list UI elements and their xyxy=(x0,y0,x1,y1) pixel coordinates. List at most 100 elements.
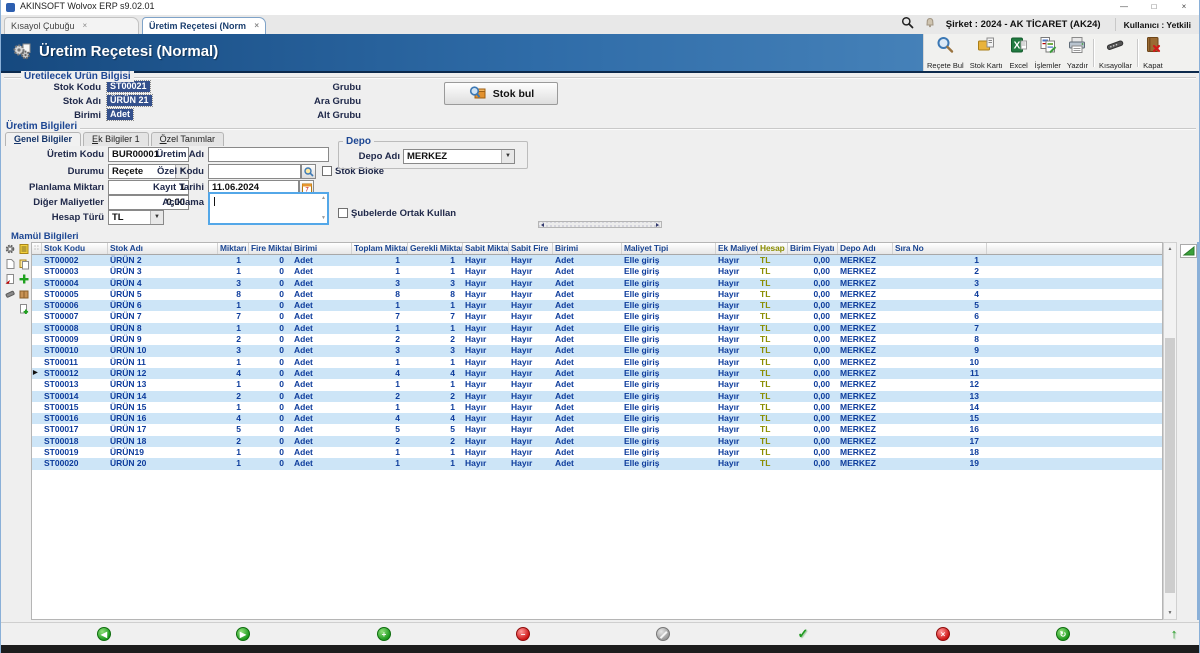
print-button[interactable]: Yazdır xyxy=(1064,34,1091,71)
grid-row[interactable]: ST00018 ÜRÜN 18 2 0 Adet 2 2 Hayır Hayır… xyxy=(32,436,1162,447)
grid-row[interactable]: ST00011 ÜRÜN 11 1 0 Adet 1 1 Hayır Hayır… xyxy=(32,357,1162,368)
scroll-up-icon[interactable]: ▲ xyxy=(321,196,326,201)
grid-row[interactable]: ST00002 ÜRÜN 2 1 0 Adet 1 1 Hayır Hayır … xyxy=(32,255,1162,266)
stok-kodu-value[interactable]: ST00021 xyxy=(107,81,150,92)
cell-fire-miktari: 0 xyxy=(249,300,292,311)
cell-miktari: 1 xyxy=(218,300,249,311)
col-header-sabit-miktar[interactable]: Sabit Miktar xyxy=(463,243,509,254)
tab-genel-bilgiler[interactable]: Genel Bilgiler xyxy=(5,132,81,146)
birimi-value[interactable]: Adet xyxy=(107,109,133,120)
tab-ek-bilgiler-1[interactable]: Ek Bilgiler 1 xyxy=(83,132,149,146)
col-header-birimi[interactable]: Birimi xyxy=(292,243,352,254)
close-page-button[interactable]: Kapat xyxy=(1140,34,1166,71)
shortcuts-button[interactable]: Kısayollar xyxy=(1096,34,1135,71)
uretim-adi-input[interactable] xyxy=(208,147,329,162)
tab-close-icon[interactable]: × xyxy=(83,22,88,30)
grid-row[interactable]: ST00005 ÜRÜN 5 8 0 Adet 8 8 Hayır Hayır … xyxy=(32,289,1162,300)
grid-row[interactable]: ST00004 ÜRÜN 4 3 0 Adet 3 3 Hayır Hayır … xyxy=(32,278,1162,289)
ozel-kodu-search-button[interactable] xyxy=(301,164,316,179)
col-header-depo-adi[interactable]: Depo Adı xyxy=(838,243,893,254)
tab-shortcut-bar[interactable]: Kısayol Çubuğu × xyxy=(4,17,139,34)
col-header-fire-miktari[interactable]: Fire Miktarı xyxy=(249,243,292,254)
splitter-handle[interactable] xyxy=(538,221,662,228)
grid-row[interactable]: ST00008 ÜRÜN 8 1 0 Adet 1 1 Hayır Hayır … xyxy=(32,323,1162,334)
ozel-kodu-input[interactable] xyxy=(208,164,301,179)
cell-stok-adi: ÜRÜN 16 xyxy=(108,413,218,424)
col-header-gerekli-miktar[interactable]: Gerekli Miktar xyxy=(408,243,463,254)
add-row-button[interactable]: + xyxy=(377,627,391,641)
grid-row[interactable]: ST00015 ÜRÜN 15 1 0 Adet 1 1 Hayır Hayır… xyxy=(32,402,1162,413)
col-header-hesap[interactable]: Hesap xyxy=(758,243,788,254)
grid-row[interactable]: ST00010 ÜRÜN 10 3 0 Adet 3 3 Hayır Hayır… xyxy=(32,345,1162,356)
col-header-stok-adi[interactable]: Stok Adı xyxy=(108,243,218,254)
grid-row[interactable]: ST00020 ÜRÜN 20 1 0 Adet 1 1 Hayır Hayır… xyxy=(32,458,1162,469)
col-header-sabit-fire[interactable]: Sabit Fire xyxy=(509,243,553,254)
add-page-icon[interactable] xyxy=(17,302,30,315)
col-header-maliyet-tipi[interactable]: Maliyet Tipi xyxy=(622,243,716,254)
grid-row[interactable]: ST00014 ÜRÜN 14 2 0 Adet 2 2 Hayır Hayır… xyxy=(32,391,1162,402)
refresh-button[interactable]: ↻ xyxy=(1056,627,1070,641)
stok-adi-value[interactable]: ÜRÜN 21 xyxy=(107,95,152,106)
grid-row[interactable]: ST00006 ÜRÜN 6 1 0 Adet 1 1 Hayır Hayır … xyxy=(32,300,1162,311)
search-icon[interactable] xyxy=(901,16,914,34)
grid-row[interactable]: ST00009 ÜRÜN 9 2 0 Adet 2 2 Hayır Hayır … xyxy=(32,334,1162,345)
package-icon[interactable] xyxy=(17,287,30,300)
scroll-up-icon[interactable]: ▲ xyxy=(1164,243,1176,255)
grid-row[interactable]: ST00007 ÜRÜN 7 7 0 Adet 7 7 Hayır Hayır … xyxy=(32,311,1162,322)
scroll-down-icon[interactable]: ▼ xyxy=(1164,607,1176,619)
tab-label: Üretim Reçetesi (Normal) xyxy=(149,21,246,31)
tab-production-recipe[interactable]: Üretim Reçetesi (Normal) × xyxy=(142,17,266,34)
copy-icon[interactable] xyxy=(17,257,30,270)
notes-icon[interactable] xyxy=(17,242,30,255)
stok-bul-button[interactable]: Stok bul xyxy=(444,82,558,105)
col-header-ek-maliyet[interactable]: Ek Maliyet xyxy=(716,243,758,254)
delete-page-icon[interactable] xyxy=(3,272,16,285)
delete-row-button[interactable]: − xyxy=(516,627,530,641)
col-header-miktari[interactable]: Miktarı xyxy=(218,243,249,254)
grid-row[interactable]: ST00013 ÜRÜN 13 1 0 Adet 1 1 Hayır Hayır… xyxy=(32,379,1162,390)
grid-grip-icon[interactable]: ∷ xyxy=(32,243,42,254)
cancel-button[interactable]: × xyxy=(936,627,950,641)
recipe-find-button[interactable]: Reçete Bul xyxy=(924,34,967,71)
eraser-icon[interactable] xyxy=(3,287,16,300)
add-icon[interactable] xyxy=(17,272,30,285)
scroll-top-button[interactable]: ↑ xyxy=(1167,627,1181,641)
col-header-birim-fiyati[interactable]: Birim Fiyatı xyxy=(788,243,838,254)
grid-row[interactable]: ST00019 ÜRÜN19 1 0 Adet 1 1 Hayır Hayır … xyxy=(32,447,1162,458)
grid-row[interactable]: ST00012 ÜRÜN 12 4 0 Adet 4 4 Hayır Hayır… xyxy=(32,368,1162,379)
depo-adi-select[interactable]: MERKEZ▼ xyxy=(403,149,515,164)
grid-row[interactable]: ST00003 ÜRÜN 3 1 0 Adet 1 1 Hayır Hayır … xyxy=(32,266,1162,277)
minimize-button[interactable]: — xyxy=(1109,0,1139,15)
previous-record-button[interactable]: ◀ xyxy=(97,627,111,641)
col-header-birimi-2[interactable]: Birimi xyxy=(553,243,622,254)
hesap-turu-select[interactable]: TL▼ xyxy=(108,210,164,225)
operations-button[interactable]: İşlemler xyxy=(1032,34,1064,71)
tab-ozel-tanimlar[interactable]: Özel Tanımlar xyxy=(151,132,224,146)
col-header-sira-no[interactable]: Sıra No xyxy=(893,243,987,254)
notification-bell-icon[interactable] xyxy=(924,16,936,34)
cell-sabit-fire: Hayır xyxy=(509,357,553,368)
scrollbar-thumb[interactable] xyxy=(1165,338,1175,593)
toolbar-label: Yazdır xyxy=(1067,61,1088,70)
tab-close-icon[interactable]: × xyxy=(254,22,259,30)
col-header-stok-kodu[interactable]: Stok Kodu xyxy=(42,243,108,254)
expand-grid-button[interactable] xyxy=(1180,244,1197,258)
col-header-toplam-miktar[interactable]: Toplam Miktar xyxy=(352,243,408,254)
aciklama-textarea[interactable]: ▲ ▼ xyxy=(208,192,329,225)
settings-gear-icon[interactable] xyxy=(3,242,16,255)
subelerde-ortak-checkbox[interactable] xyxy=(338,208,348,218)
cell-gerekli-miktar: 3 xyxy=(408,278,463,289)
grid-vertical-scrollbar[interactable]: ▲ ▼ xyxy=(1163,242,1177,620)
new-page-icon[interactable] xyxy=(3,257,16,270)
scroll-down-icon[interactable]: ▼ xyxy=(321,216,326,221)
grid-row[interactable]: ST00017 ÜRÜN 17 5 0 Adet 5 5 Hayır Hayır… xyxy=(32,424,1162,435)
stock-card-button[interactable]: Stok Kartı xyxy=(967,34,1006,71)
excel-button[interactable]: X Excel xyxy=(1006,34,1032,71)
next-record-button[interactable]: ▶ xyxy=(236,627,250,641)
stok-bloke-checkbox[interactable] xyxy=(322,166,332,176)
maximize-button[interactable]: □ xyxy=(1139,0,1169,15)
close-button[interactable]: × xyxy=(1169,0,1199,15)
grid-row[interactable]: ST00016 ÜRÜN 16 4 0 Adet 4 4 Hayır Hayır… xyxy=(32,413,1162,424)
edit-row-button[interactable] xyxy=(656,627,670,641)
confirm-button[interactable]: ✓ xyxy=(796,627,810,641)
